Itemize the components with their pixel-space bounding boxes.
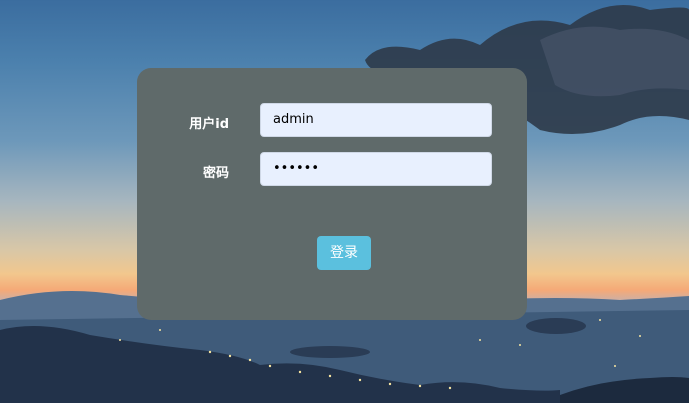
login-panel: 用户id admin 密码 •••••• 登录 bbox=[137, 68, 527, 320]
username-input[interactable]: admin bbox=[260, 103, 492, 137]
island bbox=[526, 318, 586, 334]
island-small bbox=[290, 346, 370, 358]
login-button[interactable]: 登录 bbox=[317, 236, 371, 270]
username-label: 用户id bbox=[189, 117, 229, 132]
cloud-shape-light bbox=[540, 26, 689, 97]
password-input[interactable]: •••••• bbox=[260, 152, 492, 186]
password-label: 密码 bbox=[202, 166, 229, 181]
